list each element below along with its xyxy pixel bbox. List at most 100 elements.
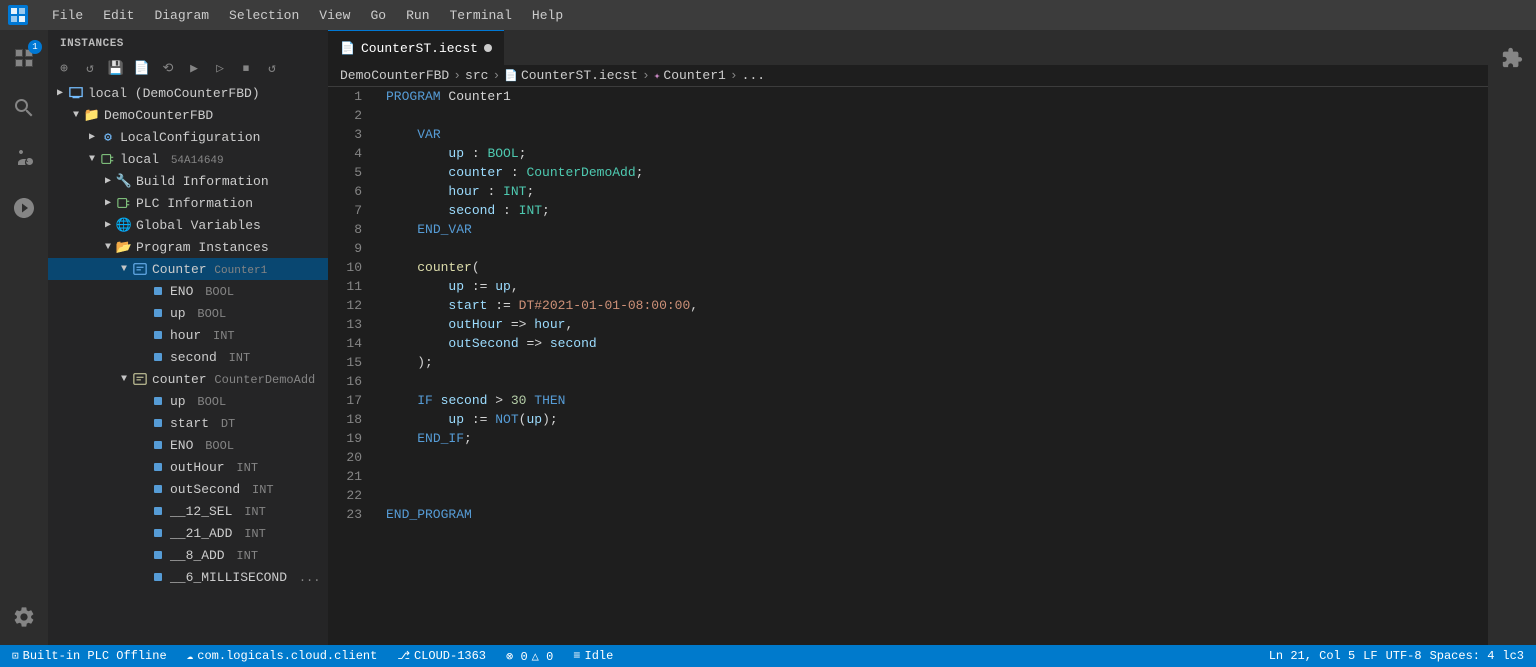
tree-view: ▶ local (DemoCounterFBD) ▼ 📁 DemoCounter… (48, 82, 328, 645)
play2-button[interactable]: ▷ (208, 56, 232, 80)
tree-item-counter2[interactable]: ▼ counter CounterDemoAdd (48, 368, 328, 390)
tree-item-up2[interactable]: up BOOL (48, 390, 328, 412)
right-sidebar (1488, 30, 1536, 645)
tree-item-up[interactable]: up BOOL (48, 302, 328, 324)
menu-help[interactable]: Help (524, 6, 571, 25)
activity-settings[interactable] (0, 593, 48, 641)
right-icon-extensions[interactable] (1488, 34, 1536, 82)
line-number-17: 17 (328, 391, 370, 410)
arrow-counter2: ▼ (116, 371, 132, 387)
plc-status-icon: ⊡ (12, 649, 19, 663)
stop-button[interactable]: ⏹ (234, 56, 258, 80)
line-number-2: 2 (328, 106, 370, 125)
new-pin-button[interactable]: ⊕ (52, 56, 76, 80)
breadcrumb-item-4[interactable]: ... (742, 68, 765, 83)
activity-explorer[interactable]: 1 (0, 34, 48, 82)
code-line-11: up := up, (386, 277, 1476, 296)
status-bar: ⊡ Built-in PLC Offline ☁ com.logicals.cl… (0, 645, 1536, 667)
tree-label-outsecond: outSecond INT (170, 482, 274, 497)
menu-file[interactable]: File (44, 6, 91, 25)
new-file-button[interactable]: 📄 (130, 56, 154, 80)
main-container: 1 INSTANCES ⊕ ↺ 💾 📄 ⟲ ▶ ▷ ⏹ ↺ (0, 30, 1536, 645)
tree-label-plcinfo: PLC Information (136, 196, 253, 211)
menu-go[interactable]: Go (362, 6, 394, 25)
app-logo (8, 5, 28, 25)
status-spaces[interactable]: Spaces: 4 (1426, 645, 1499, 667)
status-lang[interactable]: lc3 (1498, 645, 1528, 667)
line-number-1: 1 (328, 87, 370, 106)
program2-icon (132, 371, 148, 387)
var-bool-icon4 (150, 437, 166, 453)
var-ms-icon (150, 569, 166, 585)
tree-label-up: up BOOL (170, 306, 226, 321)
menu-selection[interactable]: Selection (221, 6, 307, 25)
menu-terminal[interactable]: Terminal (442, 6, 520, 25)
activity-scm[interactable] (0, 134, 48, 182)
breadcrumb-item-1[interactable]: src (465, 68, 488, 83)
status-encoding[interactable]: UTF-8 (1382, 645, 1426, 667)
tree-item-outsecond[interactable]: outSecond INT (48, 478, 328, 500)
reset-button[interactable]: ↺ (260, 56, 284, 80)
tree-label-start: start DT (170, 416, 235, 431)
tab-counterst[interactable]: 📄 CounterST.iecst (328, 30, 504, 65)
refresh-button[interactable]: ↺ (78, 56, 102, 80)
code-line-12: start := DT#2021-01-01-08:00:00, (386, 296, 1476, 315)
status-eol[interactable]: LF (1359, 645, 1381, 667)
spaces-label: Spaces: 4 (1430, 649, 1495, 663)
status-errors[interactable]: ⊗ 0 △ 0 (502, 645, 557, 667)
tree-item-add21[interactable]: __21_ADD INT (48, 522, 328, 544)
undo-button[interactable]: ⟲ (156, 56, 180, 80)
status-position[interactable]: Ln 21, Col 5 (1265, 645, 1359, 667)
menu-diagram[interactable]: Diagram (146, 6, 217, 25)
code-content[interactable]: PROGRAM Counter1 VAR up : BOOL; counter … (378, 87, 1476, 645)
status-idle[interactable]: ≡ Idle (569, 645, 617, 667)
tree-item-globalvars[interactable]: ▶ 🌐 Global Variables (48, 214, 328, 236)
tree-item-localconfig[interactable]: ▶ ⚙ LocalConfiguration (48, 126, 328, 148)
activity-run[interactable] (0, 184, 48, 232)
tree-label-add21: __21_ADD INT (170, 526, 266, 541)
code-line-19: END_IF; (386, 429, 1476, 448)
breadcrumb-sep-1: › (492, 68, 500, 83)
tree-item-counter[interactable]: ▼ Counter Counter1 (48, 258, 328, 280)
tree-item-local2[interactable]: ▼ local 54A14649 (48, 148, 328, 170)
tree-item-outhour[interactable]: outHour INT (48, 456, 328, 478)
status-branch[interactable]: ⎇ CLOUD-1363 (393, 645, 490, 667)
line-number-18: 18 (328, 410, 370, 429)
position-label: Ln 21, Col 5 (1269, 649, 1355, 663)
sidebar: INSTANCES ⊕ ↺ 💾 📄 ⟲ ▶ ▷ ⏹ ↺ ▶ local (Dem… (48, 30, 328, 645)
tree-label-local: local (DemoCounterFBD) (88, 86, 260, 101)
tree-item-eno[interactable]: ENO BOOL (48, 280, 328, 302)
save-button[interactable]: 💾 (104, 56, 128, 80)
breadcrumb-item-2[interactable]: 📄CounterST.iecst (504, 68, 638, 83)
menu-run[interactable]: Run (398, 6, 437, 25)
tree-item-democounterfbd[interactable]: ▼ 📁 DemoCounterFBD (48, 104, 328, 126)
tree-label-counter: Counter Counter1 (152, 262, 267, 277)
tree-label-globalvars: Global Variables (136, 218, 261, 233)
tree-item-plcinfo[interactable]: ▶ PLC Information (48, 192, 328, 214)
tree-item-add8[interactable]: __8_ADD INT (48, 544, 328, 566)
status-cloud[interactable]: ☁ com.logicals.cloud.client (183, 645, 382, 667)
line-number-12: 12 (328, 296, 370, 315)
tree-item-eno2[interactable]: ENO BOOL (48, 434, 328, 456)
line-number-13: 13 (328, 315, 370, 334)
status-right: Ln 21, Col 5 LF UTF-8 Spaces: 4 lc3 (1265, 645, 1528, 667)
menu-view[interactable]: View (311, 6, 358, 25)
breadcrumb-item-3[interactable]: ✦Counter1 (654, 68, 726, 83)
tree-item-buildinfo[interactable]: ▶ 🔧 Build Information (48, 170, 328, 192)
tree-item-hour[interactable]: hour INT (48, 324, 328, 346)
tree-item-programinst[interactable]: ▼ 📂 Program Instances (48, 236, 328, 258)
tree-item-sel12[interactable]: __12_SEL INT (48, 500, 328, 522)
tree-item-local[interactable]: ▶ local (DemoCounterFBD) (48, 82, 328, 104)
breadcrumb-item-0[interactable]: DemoCounterFBD (340, 68, 449, 83)
play-button[interactable]: ▶ (182, 56, 206, 80)
code-editor[interactable]: 1234567891011121314151617181920212223 PR… (328, 87, 1488, 645)
status-plc[interactable]: ⊡ Built-in PLC Offline (8, 645, 171, 667)
tree-item-second[interactable]: second INT (48, 346, 328, 368)
menu-edit[interactable]: Edit (95, 6, 142, 25)
line-number-14: 14 (328, 334, 370, 353)
tree-item-start[interactable]: start DT (48, 412, 328, 434)
eol-label: LF (1363, 649, 1377, 663)
activity-search[interactable] (0, 84, 48, 132)
tree-item-ms6[interactable]: __6_MILLISECOND ... (48, 566, 328, 588)
folder-icon: 📁 (84, 107, 100, 123)
